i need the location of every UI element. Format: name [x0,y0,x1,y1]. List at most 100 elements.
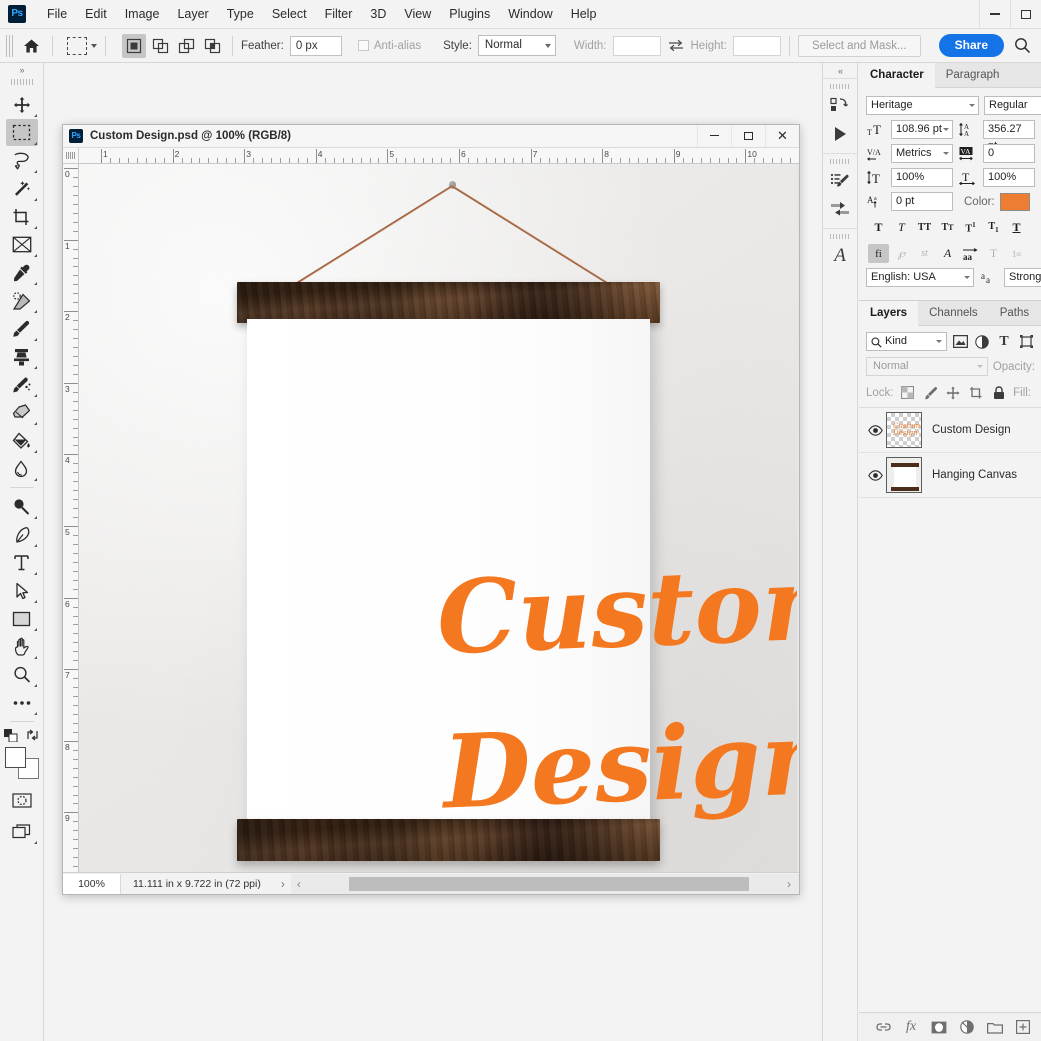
menu-plugins[interactable]: Plugins [440,3,499,25]
layer-filter-kind-select[interactable]: Kind [866,332,948,351]
new-layer-button[interactable] [1014,1018,1032,1036]
new-adjustment-layer-button[interactable] [958,1018,976,1036]
search-button[interactable] [1010,34,1034,58]
adjustments-panel-button[interactable] [825,195,855,223]
add-layer-mask-button[interactable] [930,1018,948,1036]
document-maximize-button[interactable] [731,124,765,147]
edit-toolbar-tool[interactable] [6,689,38,716]
layer-thumbnail[interactable]: Custom Design [886,412,922,448]
font-size-input[interactable]: 108.96 pt [891,120,953,139]
feather-input[interactable]: 0 px [289,35,342,56]
font-family-select[interactable]: Heritage [866,96,979,115]
language-select[interactable]: English: USA [866,268,974,287]
dock-grip[interactable] [830,84,850,89]
select-and-mask-button[interactable]: Select and Mask... [797,34,921,57]
zoom-level[interactable]: 100% [63,873,121,894]
small-caps-button[interactable]: TT [937,218,958,237]
subscript-button[interactable]: T1 [983,218,1004,237]
table-row[interactable]: Custom Design Custom Design [859,408,1041,453]
text-color-swatch[interactable] [999,192,1030,211]
standard-ligatures-button[interactable]: fi [868,244,889,263]
kerning-select[interactable]: Metrics [891,144,953,163]
home-button[interactable] [18,33,44,59]
style-select[interactable]: Normal [477,35,556,56]
foreground-color-swatch[interactable] [4,747,26,768]
quick-mask-button[interactable] [6,787,38,814]
blend-mode-select[interactable]: Normal [866,357,988,376]
glyphs-panel-button[interactable]: A [825,242,855,270]
menu-image[interactable]: Image [116,3,169,25]
fractions-button[interactable]: 1st [1006,244,1027,263]
lock-transparent-pixels-button[interactable] [900,383,917,402]
tab-character[interactable]: Character [859,63,935,88]
brush-tool[interactable] [6,315,38,342]
rectangular-marquee-tool[interactable] [5,119,38,146]
dock-grip[interactable] [830,234,850,239]
menu-edit[interactable]: Edit [76,3,116,25]
object-selection-tool[interactable] [6,175,38,202]
lock-all-button[interactable] [990,383,1007,402]
layer-style-button[interactable]: fx [902,1018,920,1036]
swap-colors-icon[interactable] [26,729,39,741]
screen-mode-button[interactable] [6,818,38,845]
tab-paths[interactable]: Paths [989,301,1040,326]
expand-panels-button[interactable]: « [823,63,857,78]
minimize-button[interactable] [979,0,1010,28]
tool-preset-picker[interactable] [67,36,97,55]
height-input[interactable] [732,35,781,56]
status-expand-arrow[interactable]: › [275,877,291,891]
horizontal-ruler[interactable]: 1 2 3 4 5 6 7 8 9 10 [79,148,799,164]
contextual-alternates-button[interactable]: ℘ [891,244,912,263]
horizontal-scale-input[interactable]: 100% [983,168,1035,187]
link-layers-button[interactable] [874,1018,892,1036]
menu-filter[interactable]: Filter [316,3,362,25]
menu-type[interactable]: Type [218,3,263,25]
filter-type-layers-button[interactable]: T [995,332,1013,351]
frame-tool[interactable] [6,231,38,258]
path-selection-tool[interactable] [6,577,38,604]
filter-pixel-layers-button[interactable] [951,332,969,351]
layer-visibility-toggle[interactable] [864,469,886,481]
all-caps-button[interactable]: TT [914,218,935,237]
layer-name[interactable]: Hanging Canvas [922,469,1017,481]
document-title-bar[interactable]: Ps Custom Design.psd @ 100% (RGB/8) ✕ [63,124,799,148]
blur-tool[interactable] [6,455,38,482]
titling-alternates-button[interactable]: aa [960,244,981,263]
new-selection-button[interactable] [122,33,146,58]
toolbar-grip[interactable] [10,79,33,85]
collapse-toolbar-button[interactable]: » [0,63,43,77]
default-colors-icon[interactable] [4,728,18,742]
subtract-from-selection-button[interactable] [174,34,198,58]
intersect-with-selection-button[interactable] [200,34,224,58]
table-row[interactable]: Hanging Canvas [859,453,1041,498]
document-vertical-scrollbar[interactable] [797,164,799,873]
menu-view[interactable]: View [395,3,440,25]
maximize-button[interactable] [1010,0,1041,28]
baseline-shift-input[interactable]: 0 pt [891,192,953,211]
swash-button[interactable]: A [937,244,958,263]
anti-alias-checkbox[interactable] [357,40,369,51]
horizontal-type-tool[interactable] [6,549,38,576]
add-to-selection-button[interactable] [148,34,172,58]
leading-input[interactable]: 356.27 pt [983,120,1035,152]
underline-button[interactable]: T [1006,218,1027,237]
horizontal-scrollbar-thumb[interactable] [348,876,749,891]
faux-bold-button[interactable]: T [868,218,889,237]
eyedropper-tool[interactable] [6,259,38,286]
crop-tool[interactable] [6,203,38,230]
spot-healing-brush-tool[interactable] [6,287,38,314]
width-input[interactable] [612,35,661,56]
layer-thumbnail[interactable] [886,457,922,493]
scroll-left-arrow[interactable]: ‹ [297,877,301,891]
horizontal-scrollbar-track[interactable]: ‹ › [290,873,799,894]
canvas-viewport[interactable]: Custom Design [79,164,799,873]
layer-name[interactable]: Custom Design [922,424,1011,436]
lock-position-button[interactable] [945,383,962,402]
swap-width-height-button[interactable] [664,39,688,52]
tab-paragraph[interactable]: Paragraph [935,63,1011,88]
lock-image-pixels-button[interactable] [922,383,939,402]
brush-settings-button[interactable] [825,167,855,195]
hand-tool[interactable] [6,633,38,660]
font-style-select[interactable]: Regular [984,96,1041,115]
zoom-tool[interactable] [6,661,38,688]
